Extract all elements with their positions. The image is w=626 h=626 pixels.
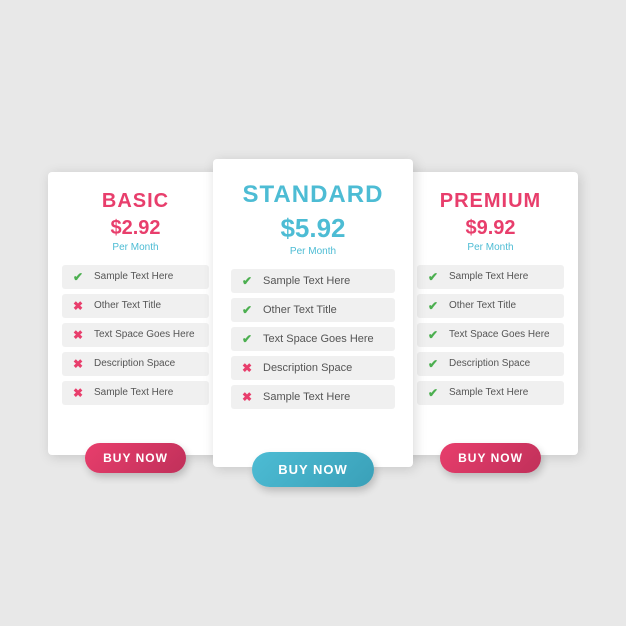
cross-icon: ✖	[239, 361, 255, 375]
features-list-basic: ✔ Sample Text Here ✖ Other Text Title ✖ Text …	[62, 265, 209, 405]
cross-icon: ✖	[70, 386, 86, 400]
feature-item: ✖ Description Space	[231, 356, 395, 380]
feature-item: ✔ Other Text Title	[417, 294, 564, 318]
plan-price-premium: $9.92	[465, 217, 515, 240]
plan-card-premium: PREMIUM $9.92 Per Month ✔ Sample Text Here ✔ O…	[403, 172, 578, 455]
plan-per-month-basic: Per Month	[112, 242, 158, 253]
feature-text: Other Text Title	[449, 300, 516, 311]
plan-name-basic: BASIC	[102, 190, 169, 213]
feature-text: Description Space	[263, 362, 352, 374]
feature-text: Sample Text Here	[449, 387, 528, 398]
feature-item: ✔ Sample Text Here	[62, 265, 209, 289]
check-icon: ✔	[239, 303, 255, 317]
feature-text: Sample Text Here	[449, 271, 528, 282]
plan-card-standard: STANDARD$5.92Per Month✔Sample Text Here✔…	[213, 159, 413, 467]
cross-icon: ✖	[70, 357, 86, 371]
plan-price-basic: $2.92	[110, 217, 160, 240]
plan-name-premium: PREMIUM	[440, 190, 541, 213]
feature-text: Description Space	[94, 358, 175, 369]
check-icon: ✔	[239, 274, 255, 288]
buy-now-button-basic[interactable]: BUY NOW	[85, 443, 186, 473]
pricing-container: BASIC $2.92 Per Month ✔ Sample Text Here ✖ Oth…	[48, 172, 578, 455]
check-icon: ✔	[70, 270, 86, 284]
check-icon: ✔	[425, 328, 441, 342]
feature-item: ✔ Other Text Title	[231, 298, 395, 322]
check-icon: ✔	[425, 270, 441, 284]
feature-text: Description Space	[449, 358, 530, 369]
feature-item: ✖ Description Space	[62, 352, 209, 376]
feature-text: Sample Text Here	[94, 387, 173, 398]
feature-item: ✖ Sample Text Here	[62, 381, 209, 405]
feature-text: Sample Text Here	[94, 271, 173, 282]
feature-text: Text Space Goes Here	[94, 329, 195, 340]
feature-item: ✖ Text Space Goes Here	[62, 323, 209, 347]
plan-per-month-premium: Per Month	[467, 242, 513, 253]
feature-item: ✔ Sample Text Here	[417, 381, 564, 405]
feature-text: Sample Text Here	[263, 391, 350, 403]
check-icon: ✔	[425, 386, 441, 400]
feature-item: ✔ Description Space	[417, 352, 564, 376]
check-icon: ✔	[425, 299, 441, 313]
feature-text: Sample Text Here	[263, 275, 350, 287]
feature-item: ✖ Other Text Title	[62, 294, 209, 318]
plan-card-basic: BASIC $2.92 Per Month ✔ Sample Text Here ✖ Oth…	[48, 172, 223, 455]
cross-icon: ✖	[70, 328, 86, 342]
plan-name-standard: STANDARD	[243, 181, 384, 209]
feature-text: Other Text Title	[94, 300, 161, 311]
check-icon: ✔	[425, 357, 441, 371]
features-list-premium: ✔ Sample Text Here ✔ Other Text Title ✔ Text …	[417, 265, 564, 405]
feature-text: Text Space Goes Here	[449, 329, 550, 340]
feature-item: ✖ Sample Text Here	[231, 385, 395, 409]
feature-item: ✔ Text Space Goes Here	[231, 327, 395, 351]
cross-icon: ✖	[239, 390, 255, 404]
plan-price-standard: $5.92	[280, 213, 345, 244]
feature-item: ✔ Text Space Goes Here	[417, 323, 564, 347]
features-list-standard: ✔ Sample Text Here ✔ Other Text Title ✔ Text …	[231, 269, 395, 409]
feature-text: Other Text Title	[263, 304, 337, 316]
feature-text: Text Space Goes Here	[263, 333, 374, 345]
feature-item: ✔ Sample Text Here	[231, 269, 395, 293]
buy-now-button-standard[interactable]: BUY NOW	[252, 452, 374, 487]
buy-now-button-premium[interactable]: BUY NOW	[440, 443, 541, 473]
check-icon: ✔	[239, 332, 255, 346]
feature-item: ✔ Sample Text Here	[417, 265, 564, 289]
plan-per-month-standard: Per Month	[290, 246, 336, 257]
cross-icon: ✖	[70, 299, 86, 313]
